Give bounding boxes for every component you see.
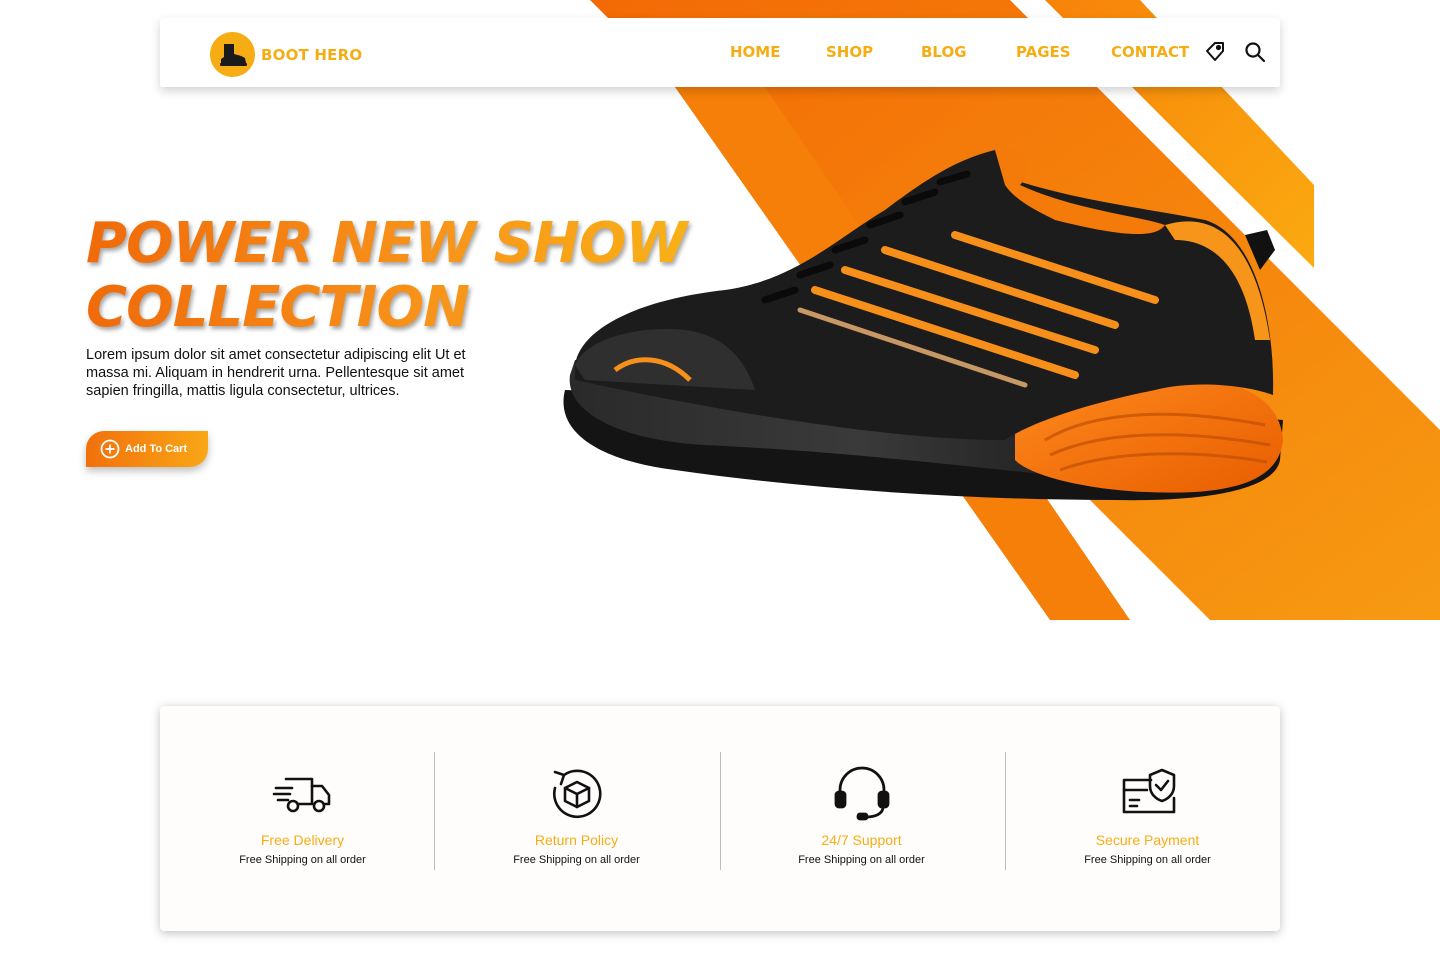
feature-free-delivery: Free Delivery Free Shipping on all order [160, 752, 445, 870]
feature-title: Free Delivery [260, 832, 345, 848]
features-panel: Free Delivery Free Shipping on all order… [160, 706, 1280, 931]
feature-secure-payment: Secure Payment Free Shipping on all orde… [1005, 752, 1290, 870]
add-to-cart-button[interactable]: Add To Cart [86, 431, 208, 467]
feature-title: Return Policy [534, 832, 619, 848]
return-box-icon [552, 769, 602, 819]
headset-icon [834, 766, 889, 821]
hero-title-line-2: COLLECTION [86, 275, 469, 340]
feature-title: Secure Payment [1095, 832, 1200, 848]
add-to-cart-label: Add To Cart [125, 443, 188, 455]
delivery-truck-icon [272, 777, 330, 813]
tag-icon[interactable] [1203, 40, 1227, 64]
hero-title: POWER NEW SHOW COLLECTION [86, 212, 706, 340]
nav-contact-link[interactable]: CONTACT [1111, 43, 1189, 61]
secure-card-icon [1122, 768, 1175, 814]
hero-description: Lorem ipsum dolor sit amet consectetur a… [86, 347, 466, 399]
search-icon[interactable] [1243, 40, 1267, 64]
feature-subtitle: Free Shipping on all order [1084, 854, 1211, 866]
brand-name: BOOT HERO [261, 45, 363, 64]
feature-subtitle: Free Shipping on all order [513, 854, 640, 866]
boot-icon [210, 32, 255, 77]
nav-pages-link[interactable]: PAGES [1016, 43, 1071, 61]
feature-title: 24/7 Support [821, 832, 902, 848]
hero-title-line-1: POWER NEW SHOW [86, 211, 687, 276]
feature-support: 24/7 Support Free Shipping on all order [719, 752, 1004, 870]
brand-logo[interactable]: BOOT HERO [210, 32, 362, 77]
feature-return-policy: Return Policy Free Shipping on all order [434, 752, 719, 870]
feature-subtitle: Free Shipping on all order [239, 854, 366, 866]
nav-shop-link[interactable]: SHOP [826, 43, 873, 61]
plus-circle-icon [100, 439, 120, 459]
top-navbar: BOOT HERO HOME SHOP BLOG PAGES CONTACT [160, 18, 1280, 87]
nav-home-link[interactable]: HOME [730, 43, 780, 61]
feature-subtitle: Free Shipping on all order [798, 854, 925, 866]
nav-blog-link[interactable]: BLOG [921, 43, 967, 61]
